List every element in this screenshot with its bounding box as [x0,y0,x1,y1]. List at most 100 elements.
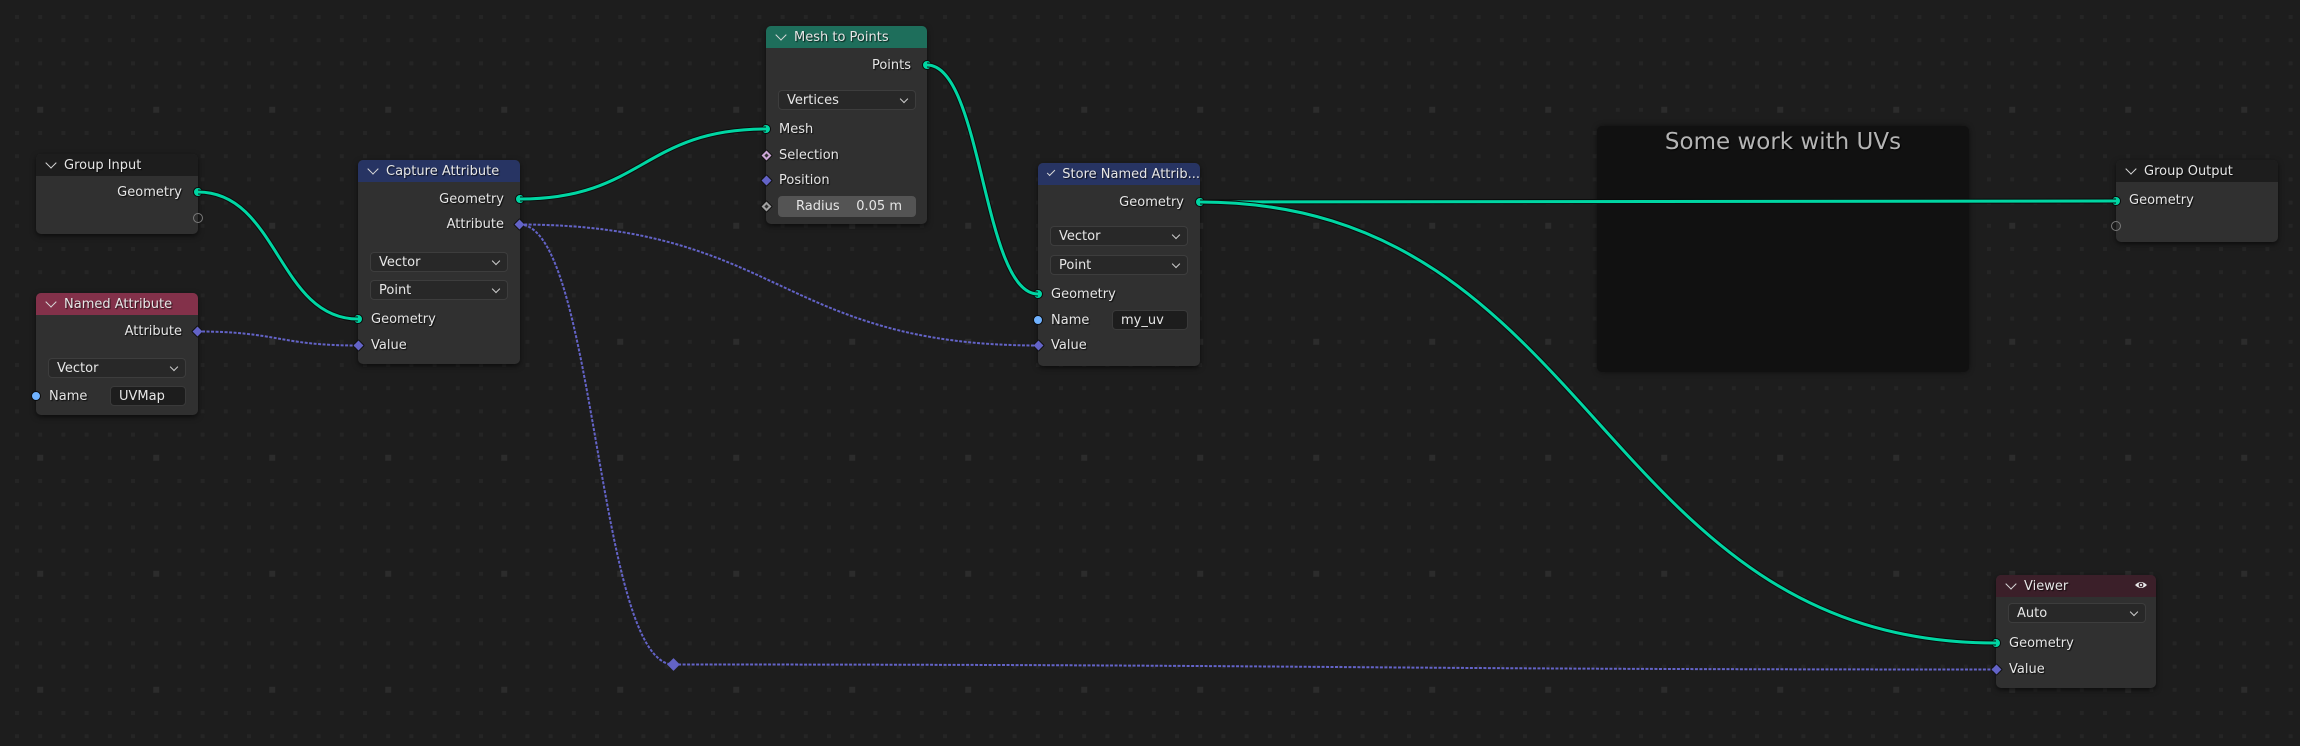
socket-label: Geometry [439,191,504,207]
mode-dropdown[interactable]: Vertices [778,90,916,110]
node-title: Capture Attribute [386,163,500,179]
chevron-down-icon [1171,259,1181,269]
input-row: Position [766,170,927,190]
input-socket-mesh[interactable] [761,124,771,134]
socket-label: Attribute [446,216,504,232]
frame-some-work-with-uvs[interactable]: Some work with UVs [1597,126,1969,372]
eye-icon[interactable] [2134,580,2148,590]
radius-field[interactable]: Radius 0.05 m [778,196,916,217]
node-header[interactable]: Viewer [1996,575,2156,597]
node-title: Viewer [2024,578,2069,594]
input-row: Selection [766,145,927,165]
node-named-attribute[interactable]: Named Attribute Attribute Vector Name UV… [31,293,204,415]
collapse-chevron-icon[interactable] [45,295,57,308]
node-header[interactable]: Group Input [36,154,198,176]
domain-dropdown[interactable]: Auto [2008,603,2146,623]
input-socket-geometry[interactable] [1033,289,1043,299]
socket-label: Geometry [1119,194,1184,210]
name-field[interactable]: UVMap [110,386,186,406]
input-socket-geometry[interactable] [1991,638,2001,648]
node-header[interactable]: Named Attribute [36,293,198,315]
dropdown-value: Vector [1059,228,1101,244]
socket-label: Geometry [2009,635,2074,651]
output-row: Geometry [36,182,198,202]
node-group-input[interactable]: Group Input Geometry [36,154,203,234]
socket-label: Geometry [117,184,182,200]
field-value: 0.05 m [856,199,902,214]
node-title: Named Attribute [64,296,173,312]
socket-label: Name [49,388,88,404]
input-row: Value [1038,335,1200,355]
dropdown-value: Point [1059,257,1092,273]
collapse-chevron-icon[interactable] [1046,167,1056,176]
socket-label: Position [779,172,830,188]
input-row: Geometry [1038,284,1200,304]
node-header[interactable]: Group Output [2116,160,2278,182]
collapse-chevron-icon[interactable] [2005,577,2017,590]
node-title: Store Named Attrib... [1062,166,1200,182]
field-label: Radius [796,199,840,214]
input-row: Value [358,335,520,355]
domain-dropdown[interactable]: Point [1050,255,1188,275]
input-socket-name[interactable] [31,391,41,401]
output-socket-geometry[interactable] [193,187,203,197]
name-field[interactable]: my_uv [1112,310,1188,330]
output-socket-empty[interactable] [193,213,203,223]
collapse-chevron-icon[interactable] [45,156,57,169]
node-header[interactable]: Mesh to Points [766,26,927,48]
node-viewer[interactable]: Viewer Auto Geometry Value [1990,575,2156,688]
domain-dropdown[interactable]: Point [370,280,508,300]
dropdown-value: Vector [379,254,421,270]
node-title: Group Output [2144,163,2233,179]
dropdown-value: Vertices [787,92,839,108]
node-mesh-to-points[interactable]: Mesh to Points Points Vertices Mesh Sele… [760,26,932,224]
node-header[interactable]: Capture Attribute [358,160,520,182]
socket-label: Geometry [371,311,436,327]
output-socket-geometry[interactable] [515,194,525,204]
data-type-dropdown[interactable]: Vector [370,252,508,272]
socket-label: Mesh [779,121,814,137]
chevron-down-icon [491,256,501,266]
socket-label: Points [871,57,911,73]
socket-label: Selection [779,147,839,163]
node-store-named-attribute[interactable]: Store Named Attrib... Geometry Vector Po… [1032,163,1205,366]
output-socket-geometry[interactable] [1195,197,1205,207]
dropdown-value: Auto [2017,605,2048,621]
node-title: Mesh to Points [794,29,889,45]
output-row: Attribute [358,214,520,234]
field-value: my_uv [1121,312,1164,328]
data-type-dropdown[interactable]: Vector [1050,226,1188,246]
socket-label: Geometry [1051,286,1116,302]
input-row: Mesh [766,119,927,139]
collapse-chevron-icon[interactable] [775,28,787,41]
output-row: Attribute [36,321,198,341]
chevron-down-icon [1171,230,1181,240]
canvas-grid[interactable] [0,0,2300,746]
input-row: Value [1996,659,2156,679]
socket-label: Value [1051,337,1087,353]
collapse-chevron-icon[interactable] [367,162,379,175]
node-header[interactable]: Store Named Attrib... [1038,163,1200,185]
input-row: Geometry [358,309,520,329]
socket-label: Name [1051,312,1090,328]
input-socket-name[interactable] [1033,315,1043,325]
chevron-down-icon [2129,607,2139,617]
chevron-down-icon [491,284,501,294]
node-title: Group Input [64,157,142,173]
data-type-dropdown[interactable]: Vector [48,358,186,378]
input-socket-geometry[interactable] [2111,196,2121,206]
dropdown-value: Vector [57,360,99,376]
node-group-output[interactable]: Group Output Geometry [2111,160,2278,242]
socket-label: Value [371,337,407,353]
node-capture-attribute[interactable]: Capture Attribute Geometry Attribute Vec… [352,160,526,364]
input-socket-geometry[interactable] [353,314,363,324]
collapse-chevron-icon[interactable] [2125,162,2137,175]
input-socket-empty[interactable] [2111,221,2121,231]
chevron-down-icon [899,94,909,104]
output-row: Points [766,55,927,75]
output-row: Geometry [1038,192,1200,212]
output-socket-points[interactable] [922,60,932,70]
frame-label: Some work with UVs [1664,129,1902,155]
socket-label: Value [2009,661,2045,677]
input-row: Geometry [1996,633,2156,653]
